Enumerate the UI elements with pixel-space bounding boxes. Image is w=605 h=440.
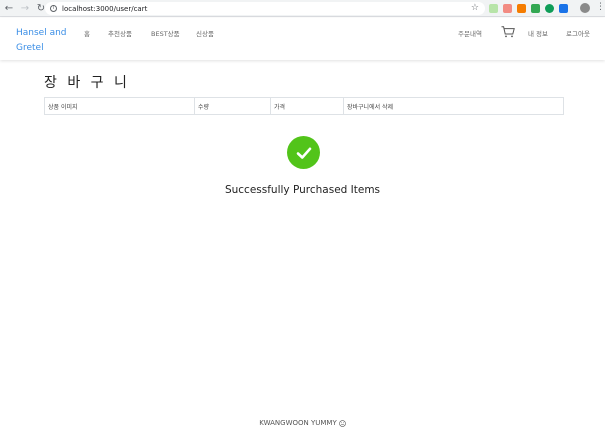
success-message: Successfully Purchased Items [224,184,381,196]
smile-icon [338,419,346,427]
nav-my-info[interactable]: 내 정보 [528,28,548,38]
nav-orders[interactable]: 주문내역 [458,28,482,38]
check-circle-icon [287,136,320,169]
info-icon[interactable]: i [50,5,57,12]
extension-icon[interactable] [545,4,554,13]
cart-table-header: 상품 이미지 수량 가격 장바구니에서 삭제 [44,97,564,115]
extension-icon[interactable] [531,4,540,13]
extension-icon[interactable] [503,4,512,13]
extension-icon[interactable] [517,4,526,13]
nav-logout[interactable]: 로그아웃 [566,28,590,38]
brand-logo[interactable]: Hansel and Gretel [16,26,76,56]
nav-best[interactable]: BEST상품 [151,28,180,38]
nav-recommended[interactable]: 추천상품 [108,28,132,38]
footer-text: KWANGWOON YUMMY [259,419,337,427]
more-menu-icon[interactable]: ⋮ [596,2,605,12]
column-header-delete: 장바구니에서 삭제 [347,104,394,111]
footer: KWANGWOON YUMMY [0,419,605,427]
column-header-price: 가격 [271,98,344,114]
extension-icon[interactable] [559,4,568,13]
browser-toolbar: ← → ↻ i localhost:3000/user/cart ☆ ⋮ [0,0,605,17]
back-icon[interactable]: ← [2,1,16,15]
app-header: Hansel and Gretel 홈 추천상품 BEST상품 신상품 주문내역… [0,18,605,60]
forward-icon[interactable]: → [18,1,32,15]
url-text: localhost:3000/user/cart [62,4,148,13]
bookmark-star-icon[interactable]: ☆ [471,3,479,13]
column-header-image: 상품 이미지 [45,98,195,114]
nav-home[interactable]: 홈 [84,28,90,38]
column-header-quantity: 수량 [195,98,271,114]
nav-new[interactable]: 신상품 [196,28,214,38]
cart-icon[interactable] [501,26,515,38]
page-title: 장 바 구 니 [44,75,130,91]
profile-avatar[interactable] [580,3,590,13]
address-bar[interactable]: i localhost:3000/user/cart ☆ [45,2,485,15]
extension-icon[interactable] [489,4,498,13]
checkmark-icon [296,147,311,159]
